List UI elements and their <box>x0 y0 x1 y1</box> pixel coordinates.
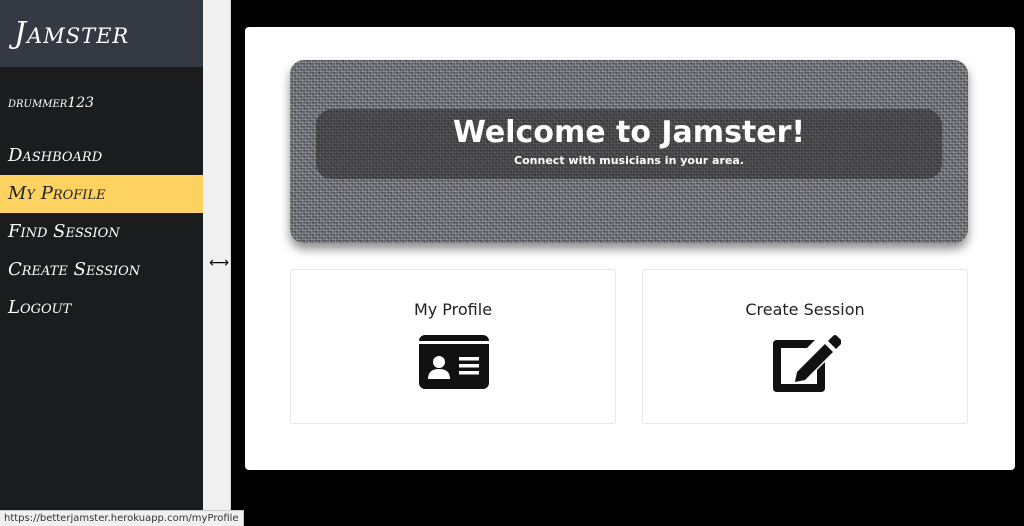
welcome-title: Welcome to Jamster! <box>452 115 806 150</box>
brand-logo-text[interactable]: Jamster <box>14 16 129 51</box>
sidebar-item-dashboard[interactable]: Dashboard <box>0 137 203 175</box>
resize-horizontal-icon[interactable]: ⟷ <box>209 256 229 270</box>
dashboard-panel: Welcome to Jamster! Connect with musicia… <box>245 27 1015 470</box>
create-session-card-title: Create Session <box>745 300 865 319</box>
id-card-icon <box>419 335 489 389</box>
app: Jamster drummer123 Dashboard My Profile … <box>0 0 1024 526</box>
sidebar-item-find-session[interactable]: Find Session <box>0 213 203 251</box>
welcome-banner: Welcome to Jamster! Connect with musicia… <box>290 60 968 243</box>
sidebar-item-my-profile[interactable]: My Profile <box>0 175 203 213</box>
brand-header[interactable]: Jamster <box>0 0 203 67</box>
my-profile-card[interactable]: My Profile <box>290 269 616 424</box>
sidebar-item-logout[interactable]: Logout <box>0 289 203 327</box>
main-content: Welcome to Jamster! Connect with musicia… <box>232 0 1024 526</box>
sidebar-nav: Dashboard My Profile Find Session Create… <box>0 137 203 327</box>
sidebar: Jamster drummer123 Dashboard My Profile … <box>0 0 203 526</box>
welcome-subtitle: Connect with musicians in your area. <box>514 154 744 167</box>
status-bar-url: https://betterjamster.herokuapp.com/myPr… <box>0 510 244 526</box>
welcome-banner-overlay: Welcome to Jamster! Connect with musicia… <box>316 109 942 179</box>
create-session-card[interactable]: Create Session <box>642 269 968 424</box>
sidebar-item-create-session[interactable]: Create Session <box>0 251 203 289</box>
my-profile-card-title: My Profile <box>413 300 493 319</box>
sidebar-splitter[interactable]: ⟷ <box>203 0 231 526</box>
username-label: drummer123 <box>8 95 95 111</box>
edit-icon <box>773 335 841 392</box>
